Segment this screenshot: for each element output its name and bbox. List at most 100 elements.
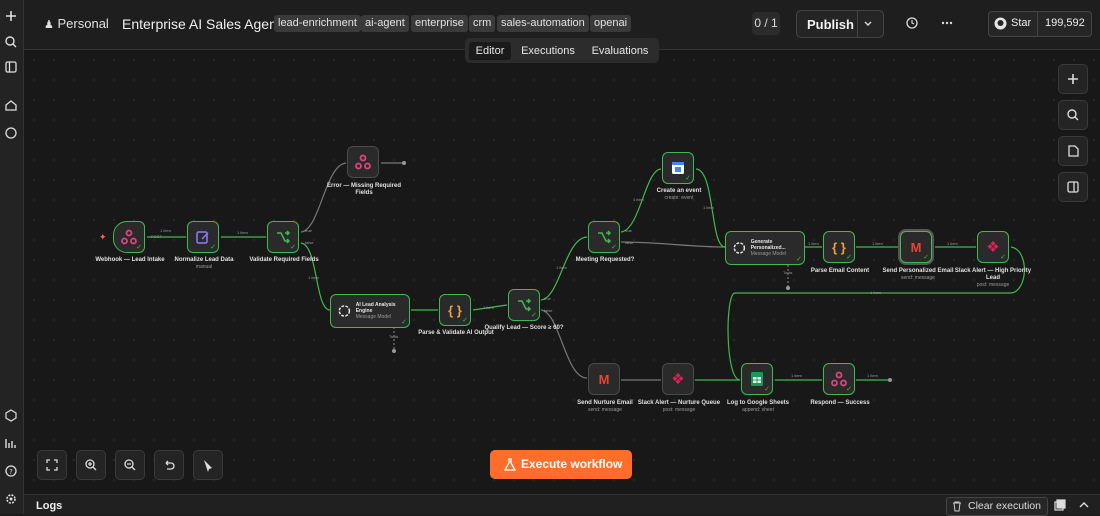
if-branch-icon — [277, 230, 291, 244]
project-breadcrumb[interactable]: ♟ Personal — [44, 16, 109, 31]
add-node-button[interactable] — [1058, 64, 1088, 94]
slack-icon: ❖ — [986, 239, 1000, 256]
left-sidebar: ? — [0, 0, 24, 514]
tag-chip[interactable]: ai-agent — [361, 15, 409, 32]
node-validate[interactable]: ✓ — [267, 221, 299, 253]
node-slack-high[interactable]: ❖ ✓ — [977, 231, 1009, 263]
zoom-fit-button[interactable] — [37, 450, 67, 480]
node-slack-nurture[interactable]: ❖ — [662, 363, 694, 395]
node-webhook[interactable]: ✓ — [113, 221, 145, 253]
note-icon — [1068, 145, 1079, 157]
wire-label: 1 item — [160, 228, 171, 233]
wire-label: 1 item — [872, 241, 883, 246]
node-respond[interactable]: ✓ — [823, 363, 855, 395]
execute-workflow-button[interactable]: Execute workflow — [490, 450, 632, 479]
node-meeting[interactable]: ✓ — [588, 221, 620, 253]
wire-label: 1 item — [308, 275, 319, 280]
panel-icon[interactable] — [3, 59, 19, 75]
wire-label: 1 item — [791, 373, 802, 378]
tag-chip[interactable]: openai — [590, 15, 632, 32]
wire-label: true — [305, 228, 312, 233]
version-counter[interactable]: 0 / 1 — [752, 12, 780, 35]
trash-icon — [953, 501, 961, 512]
settings-icon[interactable] — [3, 491, 19, 507]
zoom-out-button[interactable] — [115, 450, 145, 480]
popout-icon[interactable] — [1054, 499, 1066, 511]
star-divider — [1037, 12, 1038, 36]
tab-executions[interactable]: Executions — [517, 42, 579, 60]
webhook-icon — [355, 154, 371, 170]
chat-icon[interactable] — [3, 125, 19, 141]
panel-icon — [1067, 181, 1079, 193]
node-label: Parse Email Content — [810, 268, 870, 274]
success-check-icon: ✓ — [136, 244, 142, 251]
node-parse-email[interactable]: { } ✓ — [823, 231, 855, 263]
openai-icon — [733, 242, 746, 254]
star-count: 199,592 — [1045, 17, 1085, 29]
success-check-icon: ✓ — [290, 244, 296, 251]
success-check-icon: ✓ — [531, 312, 537, 319]
success-check-icon: ✓ — [210, 244, 216, 251]
node-label: Meeting Requested? — [575, 257, 635, 263]
node-parse-ai[interactable]: { } ✓ — [439, 294, 471, 326]
chevron-up-icon[interactable] — [1078, 499, 1090, 511]
wire-label: 1 item — [237, 230, 248, 235]
chart-icon[interactable] — [3, 435, 19, 451]
success-check-icon: ✓ — [685, 175, 691, 182]
toggle-panel-button[interactable] — [1058, 172, 1088, 202]
wire-label: POST — [151, 234, 162, 239]
undo-button[interactable] — [154, 450, 184, 480]
tidy-up-button[interactable] — [193, 450, 223, 480]
search-nodes-button[interactable] — [1058, 100, 1088, 130]
cube-icon[interactable] — [3, 407, 19, 423]
logs-panel-bar[interactable]: Logs — [24, 494, 1100, 515]
home-icon[interactable] — [3, 97, 19, 113]
tidy-icon — [204, 460, 212, 472]
node-qualify[interactable]: ✓ — [508, 289, 540, 321]
wire-label: 1 item — [808, 241, 819, 246]
tag-chip[interactable]: crm — [469, 15, 496, 32]
svg-text:?: ? — [9, 468, 13, 476]
zoom-in-button[interactable] — [76, 450, 106, 480]
more-icon[interactable] — [940, 16, 954, 30]
tag-chip[interactable]: sales-automation — [497, 15, 589, 32]
publish-button[interactable]: Publish — [796, 10, 884, 38]
node-label: Slack Alert — High Priority Lead post: me… — [954, 268, 1032, 288]
node-label: Error — Missing Required Fields — [326, 183, 401, 196]
gmail-icon: M — [910, 239, 922, 255]
zoom-out-icon — [124, 459, 136, 471]
chevron-down-icon[interactable] — [863, 19, 873, 29]
node-ai-engine[interactable]: AI Lead Analysis Engine Message Model ✓ — [330, 294, 410, 328]
tab-editor[interactable]: Editor — [469, 42, 511, 60]
wire-label: 1 item — [947, 241, 958, 246]
tab-evaluations[interactable]: Evaluations — [585, 42, 655, 60]
plus-icon — [1068, 74, 1078, 84]
node-send-email[interactable]: M ✓ — [900, 231, 932, 263]
trigger-marker-icon: ✦ — [99, 232, 107, 242]
node-label: Create an event create: event — [656, 188, 702, 201]
tag-chip[interactable]: lead-enrichment — [274, 15, 361, 32]
clear-execution-button[interactable]: Clear execution — [946, 497, 1048, 516]
tag-chip[interactable]: enterprise — [411, 15, 468, 32]
node-label: Normalize Lead Data manual — [174, 257, 234, 270]
publish-label: Publish — [807, 17, 854, 32]
history-icon[interactable] — [905, 16, 919, 30]
github-star-button[interactable]: Star 199,592 — [988, 11, 1092, 37]
wire-label: false — [305, 240, 314, 245]
sticky-note-button[interactable] — [1058, 136, 1088, 166]
node-sheets[interactable]: ✓ — [741, 363, 773, 395]
star-label: Star — [1011, 17, 1032, 29]
workflow-title[interactable]: Enterprise AI Sales Agent — [122, 16, 281, 32]
success-check-icon: ✓ — [923, 254, 929, 261]
node-error[interactable] — [347, 146, 379, 178]
gmail-icon: M — [598, 371, 610, 387]
node-create-event[interactable]: ✓ — [662, 152, 694, 184]
node-normalize[interactable]: ✓ — [187, 221, 219, 253]
search-icon[interactable] — [3, 34, 19, 50]
wire-label: 1 item — [556, 265, 567, 270]
node-nurture[interactable]: M — [588, 363, 620, 395]
node-label: Respond — Success — [810, 400, 870, 406]
plus-icon[interactable] — [3, 8, 19, 24]
node-gen-email[interactable]: Generate Personalized... Message Model ✓ — [725, 231, 805, 265]
help-icon[interactable]: ? — [3, 463, 19, 479]
